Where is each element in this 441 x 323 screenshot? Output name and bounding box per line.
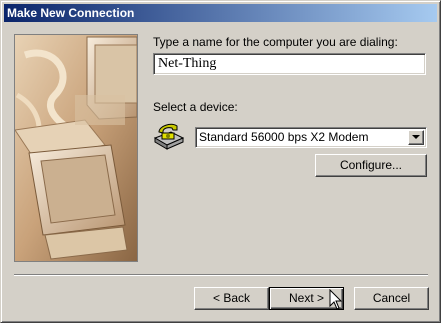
chevron-down-icon <box>412 135 420 139</box>
back-button-label: < Back <box>212 291 251 305</box>
name-label: Type a name for the computer you are dia… <box>153 35 398 49</box>
modem-phone-icon <box>153 120 185 152</box>
back-button[interactable]: < Back <box>194 287 269 310</box>
wizard-illustration <box>14 34 138 262</box>
name-label-text: Type a name for the computer you are dia… <box>153 35 398 49</box>
device-label-text: Select a device: <box>153 100 238 114</box>
device-label: Select a device: <box>153 100 238 114</box>
configure-button-label: Configure... <box>339 158 403 172</box>
device-select-value: Standard 56000 bps X2 Modem <box>199 130 369 144</box>
computers-illustration-icon <box>15 35 137 261</box>
next-button-label: Next > <box>288 291 324 305</box>
configure-button[interactable]: Configure... <box>315 154 427 177</box>
separator <box>14 274 428 276</box>
make-new-connection-dialog: Make New Connection Type a name for the … <box>0 0 441 323</box>
dropdown-button[interactable] <box>408 130 424 145</box>
cancel-button-label: Cancel <box>372 291 411 305</box>
connection-name-input[interactable]: Net-Thing <box>153 53 426 75</box>
connection-name-value: Net-Thing <box>158 56 217 71</box>
device-select[interactable]: Standard 56000 bps X2 Modem <box>195 127 427 148</box>
window-title: Make New Connection <box>7 6 135 20</box>
cancel-button[interactable]: Cancel <box>354 287 429 310</box>
title-bar[interactable]: Make New Connection <box>4 4 437 22</box>
mouse-pointer-icon <box>329 288 343 311</box>
